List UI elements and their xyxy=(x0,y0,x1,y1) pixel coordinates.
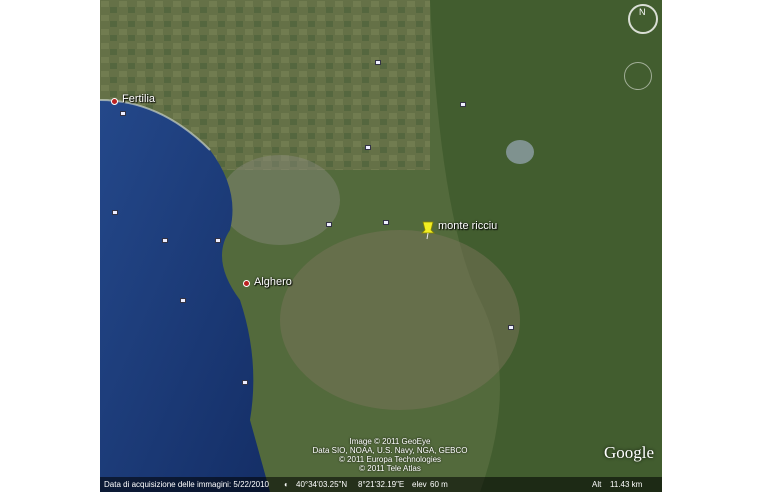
elevation-value: 60 m xyxy=(430,480,448,489)
place-label-alghero: Alghero xyxy=(254,276,292,288)
poi-icon[interactable] xyxy=(365,145,371,150)
satellite-imagery xyxy=(100,0,662,492)
poi-icon[interactable] xyxy=(180,298,186,303)
poi-icon[interactable] xyxy=(242,380,248,385)
poi-icon[interactable] xyxy=(460,102,466,107)
navigation-ring[interactable] xyxy=(624,62,652,90)
poi-icon[interactable] xyxy=(112,210,118,215)
altitude-label: Alt xyxy=(592,480,602,489)
town-marker-fertilia[interactable] xyxy=(111,98,118,105)
poi-icon[interactable] xyxy=(215,238,221,243)
elevation-label: elev xyxy=(412,480,427,489)
poi-icon[interactable] xyxy=(120,111,126,116)
poi-icon[interactable] xyxy=(508,325,514,330)
copyright-line: © 2011 Tele Atlas xyxy=(359,464,421,473)
copyright-line: Image © 2011 GeoEye xyxy=(349,437,431,446)
poi-icon[interactable] xyxy=(383,220,389,225)
imagery-copyright: Image © 2011 GeoEye Data SIO, NOAA, U.S.… xyxy=(300,437,480,473)
placemark-label: monte ricciu xyxy=(438,220,498,232)
globe-icon: ◐ xyxy=(284,480,289,489)
poi-icon[interactable] xyxy=(375,60,381,65)
town-marker-alghero[interactable] xyxy=(243,280,250,287)
imagery-date: Data di acquisizione delle immagini: 5/2… xyxy=(104,480,269,489)
pushpin-icon[interactable] xyxy=(420,220,436,240)
status-bar: Data di acquisizione delle immagini: 5/2… xyxy=(100,477,662,492)
latitude-readout: 40°34'03.25"N xyxy=(296,480,348,489)
altitude-value: 11.43 km xyxy=(610,480,643,489)
place-label-fertilia: Fertilia xyxy=(122,93,156,105)
longitude-readout: 8°21'32.19"E xyxy=(358,480,405,489)
copyright-line: Data SIO, NOAA, U.S. Navy, NGA, GEBCO xyxy=(312,446,468,455)
compass-control[interactable]: N xyxy=(628,4,658,34)
copyright-line: © 2011 Europa Technologies xyxy=(338,455,442,464)
compass-north-label: N xyxy=(639,7,646,17)
poi-icon[interactable] xyxy=(162,238,168,243)
map-view[interactable]: N Fertilia Alghero monte ricciu Image © … xyxy=(100,0,662,492)
poi-icon[interactable] xyxy=(326,222,332,227)
google-logo: Google xyxy=(603,443,654,462)
